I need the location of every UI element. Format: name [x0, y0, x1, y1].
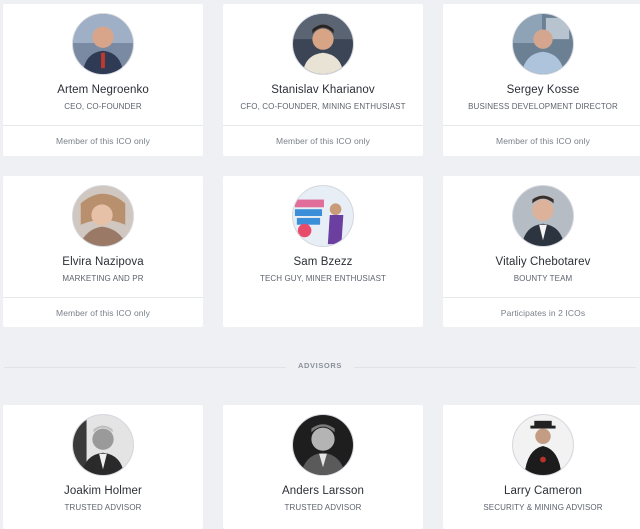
- avatar: [72, 414, 134, 476]
- avatar: [512, 414, 574, 476]
- team-card[interactable]: Elvira Nazipova MARKETING AND PR Member …: [3, 176, 203, 327]
- section-title-advisors: ADVISORS: [286, 361, 354, 370]
- member-role: CFO, CO-FOUNDER, MINING ENTHUSIAST: [240, 102, 406, 111]
- team-card[interactable]: Sam Bzezz TECH GUY, MINER ENTHUSIAST: [223, 176, 423, 327]
- avatar: [292, 13, 354, 75]
- avatar: [512, 185, 574, 247]
- member-role: TECH GUY, MINER ENTHUSIAST: [259, 274, 387, 283]
- team-card[interactable]: Sergey Kosse BUSINESS DEVELOPMENT DIRECT…: [443, 4, 640, 156]
- avatar: [72, 185, 134, 247]
- team-card[interactable]: Stanislav Kharianov CFO, CO-FOUNDER, MIN…: [223, 4, 423, 156]
- member-footer: Participates in 2 ICOs: [443, 297, 640, 328]
- member-name: Vitaliy Chebotarev: [495, 256, 591, 268]
- advisor-role: SECURITY & MINING ADVISOR: [483, 503, 603, 512]
- member-name: Stanislav Kharianov: [271, 84, 375, 96]
- advisor-name: Joakim Holmer: [64, 485, 142, 497]
- advisor-card[interactable]: Larry Cameron SECURITY & MINING ADVISOR: [443, 405, 640, 529]
- member-role: CEO, CO-FOUNDER: [64, 102, 142, 111]
- member-name: Artem Negroenko: [57, 84, 149, 96]
- member-footer: Member of this ICO only: [3, 297, 203, 328]
- advisor-card[interactable]: Anders Larsson TRUSTED ADVISOR: [223, 405, 423, 529]
- member-name: Sergey Kosse: [506, 84, 580, 96]
- advisor-name: Larry Cameron: [504, 485, 582, 497]
- member-name: Elvira Nazipova: [62, 256, 144, 268]
- member-name: Sam Bzezz: [293, 256, 353, 268]
- team-card[interactable]: Vitaliy Chebotarev BOUNTY TEAM Participa…: [443, 176, 640, 327]
- member-footer: Member of this ICO only: [3, 125, 203, 156]
- avatar: [292, 185, 354, 247]
- avatar: [292, 414, 354, 476]
- avatar: [512, 13, 574, 75]
- avatar: [72, 13, 134, 75]
- advisor-role: TRUSTED ADVISOR: [284, 503, 362, 512]
- member-role: MARKETING AND PR: [62, 274, 144, 283]
- member-footer: Member of this ICO only: [223, 125, 423, 156]
- team-card[interactable]: Artem Negroenko CEO, CO-FOUNDER Member o…: [3, 4, 203, 156]
- advisor-name: Anders Larsson: [282, 485, 364, 497]
- member-footer: Member of this ICO only: [443, 125, 640, 156]
- member-role: BUSINESS DEVELOPMENT DIRECTOR: [468, 102, 618, 111]
- advisor-role: TRUSTED ADVISOR: [64, 503, 142, 512]
- advisor-card[interactable]: Joakim Holmer TRUSTED ADVISOR: [3, 405, 203, 529]
- member-role: BOUNTY TEAM: [513, 274, 573, 283]
